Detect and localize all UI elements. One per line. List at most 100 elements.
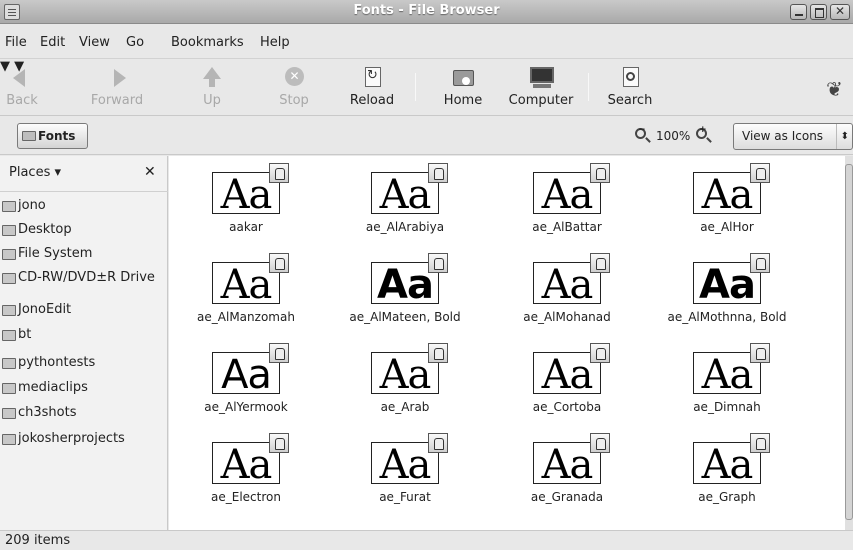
home-icon: [2, 201, 16, 212]
menu-file[interactable]: File: [5, 35, 27, 50]
menu-view[interactable]: View: [79, 35, 110, 50]
folder-icon: [2, 434, 16, 445]
close-button[interactable]: [830, 4, 850, 20]
home-button[interactable]: Home: [438, 67, 488, 108]
font-file-name: ae_Granada: [530, 490, 604, 504]
folder-icon: [22, 131, 36, 141]
gnome-foot-icon: ❦: [826, 77, 843, 101]
font-file-item[interactable]: Aa ae_Arab: [319, 342, 479, 432]
location-bar: Fonts − 100% + View as Icons ⬍: [0, 115, 853, 155]
menu-go[interactable]: Go: [126, 35, 144, 50]
folder-icon: [2, 383, 16, 394]
font-file-name: ae_Graph: [698, 490, 756, 504]
readonly-lock-emblem-icon: [750, 343, 770, 363]
font-file-item[interactable]: Aa ae_Dimnah: [641, 342, 801, 432]
font-file-name: ae_AlMohanad: [523, 310, 611, 324]
readonly-lock-emblem-icon: [590, 343, 610, 363]
zoom-in-icon[interactable]: +: [696, 125, 707, 143]
font-file-name: ae_Dimnah: [693, 400, 761, 414]
zoom-level[interactable]: 100%: [656, 129, 690, 143]
path-button-fonts[interactable]: Fonts: [17, 123, 88, 149]
up-button[interactable]: Up: [196, 67, 228, 108]
computer-icon: [528, 67, 554, 89]
readonly-lock-emblem-icon: [428, 163, 448, 183]
font-file-item[interactable]: Aa ae_Furat: [319, 432, 479, 522]
reload-icon: [359, 67, 385, 89]
readonly-lock-emblem-icon: [590, 433, 610, 453]
view-mode-select[interactable]: View as Icons ⬍: [733, 123, 853, 150]
font-file-item[interactable]: Aa ae_AlMateen, Bold: [319, 252, 479, 342]
drive-icon: [2, 249, 16, 260]
zoom-out-icon[interactable]: −: [635, 125, 646, 143]
sidebar-item-jono[interactable]: jono: [0, 197, 168, 221]
home-folder-icon: [450, 67, 476, 89]
item-count: 209 items: [5, 533, 71, 548]
font-file-name: ae_AlYermook: [204, 400, 288, 414]
title-bar: Fonts - File Browser: [0, 0, 853, 24]
scrollbar-thumb[interactable]: [845, 164, 853, 520]
font-file-name: ae_AlArabiya: [365, 220, 445, 234]
font-file-item[interactable]: Aa ae_Electron: [169, 432, 320, 522]
readonly-lock-emblem-icon: [590, 163, 610, 183]
readonly-lock-emblem-icon: [269, 433, 289, 453]
folder-icon: [2, 330, 16, 341]
readonly-lock-emblem-icon: [428, 343, 448, 363]
sidebar-item-file-system[interactable]: File System: [0, 245, 168, 269]
sidebar-item-cd-drive[interactable]: CD-RW/DVD±R Drive: [0, 269, 168, 293]
font-file-name: aakar: [229, 220, 263, 234]
readonly-lock-emblem-icon: [269, 253, 289, 273]
vertical-scrollbar[interactable]: [845, 156, 853, 530]
menu-bookmarks[interactable]: Bookmarks: [171, 35, 244, 50]
desktop-icon: [2, 225, 16, 236]
menu-edit[interactable]: Edit: [40, 35, 65, 50]
maximize-button[interactable]: [810, 4, 827, 20]
folder-icon: [2, 408, 16, 419]
forward-button[interactable]: Forward: [87, 67, 147, 108]
font-file-name: ae_Electron: [211, 490, 281, 504]
file-icon-view: Aa aakar Aa ae_AlArabiya Aa ae_AlBattar Aa ae_A…: [169, 156, 845, 530]
readonly-lock-emblem-icon: [428, 253, 448, 273]
sidebar-item-ch3shots[interactable]: ch3shots: [0, 404, 168, 428]
sidebar-header: Places ▾ ✕: [0, 156, 168, 192]
optical-drive-icon: [2, 273, 16, 284]
search-button[interactable]: Search: [604, 67, 656, 108]
places-sidebar: Places ▾ ✕ jono Desktop File System CD-R…: [0, 156, 168, 530]
forward-arrow-icon: [104, 67, 130, 89]
font-file-item[interactable]: Aa ae_AlYermook: [169, 342, 320, 432]
sidebar-item-desktop[interactable]: Desktop: [0, 221, 168, 245]
font-file-name: ae_Furat: [379, 490, 431, 504]
font-file-item[interactable]: Aa ae_AlManzomah: [169, 252, 320, 342]
font-file-item[interactable]: Aa ae_AlArabiya: [319, 162, 479, 252]
back-button[interactable]: Back: [2, 67, 42, 108]
font-file-name: ae_AlBattar: [532, 220, 602, 234]
readonly-lock-emblem-icon: [428, 433, 448, 453]
search-icon: [617, 67, 643, 89]
sidebar-close-icon[interactable]: ✕: [144, 164, 156, 180]
menu-help[interactable]: Help: [260, 35, 290, 50]
font-file-item[interactable]: Aa ae_Cortoba: [481, 342, 641, 432]
font-file-item[interactable]: Aa ae_AlBattar: [481, 162, 641, 252]
font-file-item[interactable]: Aa ae_Granada: [481, 432, 641, 522]
reload-button[interactable]: Reload: [347, 67, 397, 108]
minimize-button[interactable]: [790, 4, 807, 20]
font-file-name: ae_AlHor: [700, 220, 754, 234]
font-file-item[interactable]: Aa aakar: [169, 162, 320, 252]
readonly-lock-emblem-icon: [590, 253, 610, 273]
font-file-item[interactable]: Aa ae_AlMohanad: [481, 252, 641, 342]
sidebar-item-pythontests[interactable]: pythontests: [0, 354, 168, 378]
font-file-item[interactable]: Aa ae_Graph: [641, 432, 801, 522]
sidebar-item-bt[interactable]: bt: [0, 326, 168, 350]
places-dropdown[interactable]: Places ▾: [9, 165, 61, 180]
stop-button[interactable]: ✕ Stop: [275, 67, 313, 108]
font-file-name: ae_AlManzomah: [197, 310, 295, 324]
font-file-item[interactable]: Aa ae_AlHor: [641, 162, 801, 252]
select-arrows-icon: ⬍: [835, 124, 849, 149]
sidebar-item-jokosherprojects[interactable]: jokosherprojects: [0, 430, 168, 454]
sidebar-item-mediaclips[interactable]: mediaclips: [0, 379, 168, 403]
sidebar-item-jonoedit[interactable]: JonoEdit: [0, 301, 168, 325]
computer-button[interactable]: Computer: [505, 67, 577, 108]
folder-icon: [2, 305, 16, 316]
readonly-lock-emblem-icon: [269, 163, 289, 183]
toolbar-separator: [415, 73, 416, 101]
font-file-item[interactable]: Aa ae_AlMothnna, Bold: [641, 252, 801, 342]
